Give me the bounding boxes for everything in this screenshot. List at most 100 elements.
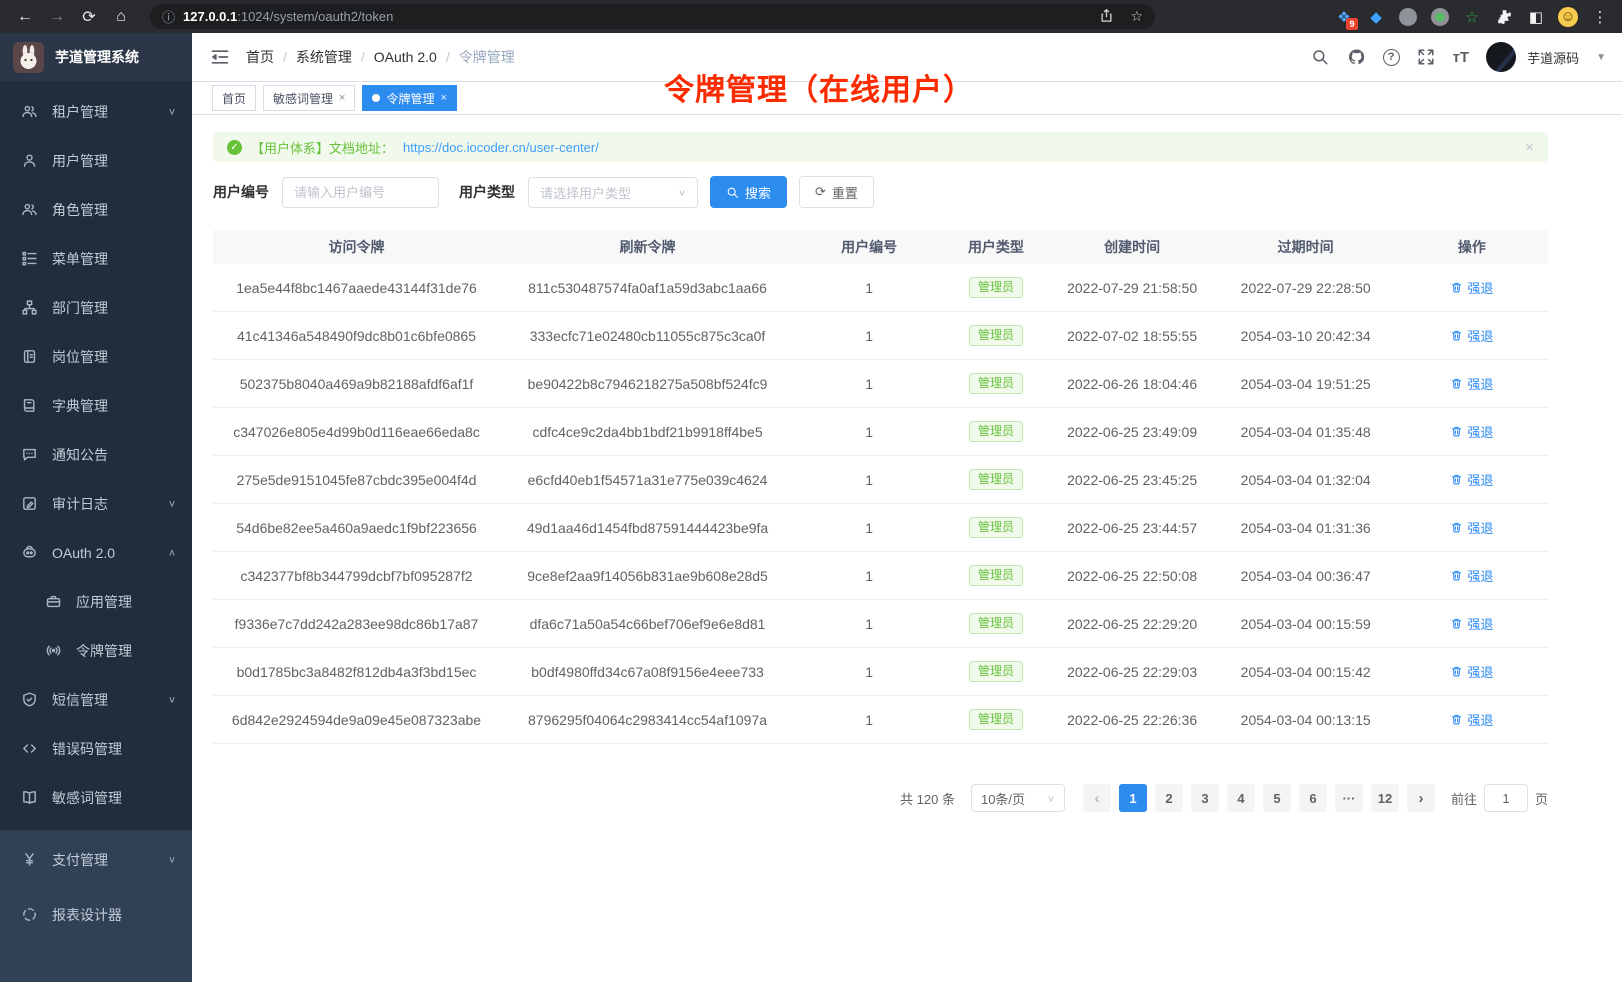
search-icon[interactable]: [1311, 48, 1330, 67]
next-page-button[interactable]: ›: [1407, 784, 1435, 812]
actions-cell: 强退: [1396, 614, 1548, 633]
page-number-button[interactable]: 6: [1299, 784, 1327, 812]
font-size-icon[interactable]: ᴛT: [1453, 49, 1470, 66]
help-icon[interactable]: ?: [1383, 49, 1400, 66]
sidebar-toggle-icon[interactable]: [210, 47, 230, 67]
breadcrumb-item[interactable]: OAuth 2.0: [374, 49, 437, 65]
extension-split-view-icon[interactable]: ◧: [1526, 7, 1546, 27]
page-number-button[interactable]: 5: [1263, 784, 1291, 812]
extension-puzzle-icon[interactable]: [1494, 7, 1514, 27]
page-tab-label: 敏感词管理: [273, 90, 333, 107]
delete-icon: [1450, 377, 1463, 390]
sidebar-item[interactable]: 菜单管理: [0, 234, 192, 283]
extension-circle-icon[interactable]: [1398, 7, 1418, 27]
sidebar-item[interactable]: 字典管理: [0, 381, 192, 430]
sidebar-item[interactable]: 令牌管理: [0, 626, 192, 675]
page-tab[interactable]: 首页: [212, 85, 256, 111]
close-tab-icon[interactable]: ×: [339, 92, 345, 104]
page-tab[interactable]: 敏感词管理 ×: [263, 85, 355, 111]
site-info-icon[interactable]: ⓘ: [162, 7, 175, 26]
fullscreen-icon[interactable]: [1417, 48, 1436, 67]
force-logout-button[interactable]: 强退: [1450, 374, 1493, 393]
refresh-token-cell: 9ce8ef2aa9f14056b831ae9b608e28d5: [500, 568, 795, 584]
sidebar-item[interactable]: 报表设计器: [0, 887, 192, 942]
app-logo: 芋道管理系统: [0, 33, 192, 81]
share-icon[interactable]: [1099, 8, 1114, 26]
goto-page-input[interactable]: [1484, 784, 1528, 812]
sidebar-menu-bottom: 支付管理 ∨ 报表设计器: [0, 830, 192, 944]
profile-avatar[interactable]: ☺: [1558, 7, 1578, 27]
browser-home-icon[interactable]: ⌂: [106, 4, 136, 30]
sidebar-item[interactable]: 审计日志 ∨: [0, 479, 192, 528]
url-text: 127.0.0.1:1024/system/oauth2/token: [183, 9, 393, 24]
force-logout-button[interactable]: 强退: [1450, 566, 1493, 585]
page-number-button[interactable]: 2: [1155, 784, 1183, 812]
page-number-button[interactable]: 4: [1227, 784, 1255, 812]
sidebar-item[interactable]: 岗位管理: [0, 332, 192, 381]
sidebar-item-label: 短信管理: [52, 690, 108, 710]
force-logout-button[interactable]: 强退: [1450, 422, 1493, 441]
breadcrumb-item[interactable]: 系统管理: [296, 47, 352, 67]
sidebar-item-label: 岗位管理: [52, 347, 108, 367]
tenants-icon: [21, 103, 38, 120]
extension-grid-icon[interactable]: ❖9: [1334, 7, 1354, 27]
sidebar: 芋道管理系统 租户管理 ∨ 用户管理 角色管理: [0, 33, 192, 982]
page-tab[interactable]: 令牌管理 ×: [362, 85, 456, 111]
user-id-cell: 1: [795, 280, 943, 296]
refresh-token-cell: 811c530487574fa0af1a59d3abc1aa66: [500, 280, 795, 296]
force-logout-button[interactable]: 强退: [1450, 278, 1493, 297]
sidebar-item[interactable]: 角色管理: [0, 185, 192, 234]
sidebar-item[interactable]: 错误码管理: [0, 724, 192, 773]
sidebar-item[interactable]: 支付管理 ∨: [0, 832, 192, 887]
table-row: 54d6be82ee5a460a9aedc1f9bf223656 49d1aa4…: [213, 504, 1548, 552]
force-logout-button[interactable]: 强退: [1450, 710, 1493, 729]
user-type-select[interactable]: 请选择用户类型 ∨: [528, 177, 698, 208]
breadcrumb-item[interactable]: 首页: [246, 47, 274, 67]
sidebar-item[interactable]: 部门管理: [0, 283, 192, 332]
search-button[interactable]: 搜索: [710, 176, 787, 208]
page-number-button[interactable]: ···: [1335, 784, 1363, 812]
reset-button[interactable]: ⟳ 重置: [799, 176, 874, 208]
user-avatar[interactable]: [1486, 42, 1516, 72]
sidebar-item[interactable]: OAuth 2.0 ∧: [0, 528, 192, 577]
force-logout-button[interactable]: 强退: [1450, 470, 1493, 489]
doc-link[interactable]: https://doc.iocoder.cn/user-center/: [403, 140, 599, 155]
force-logout-button[interactable]: 强退: [1450, 518, 1493, 537]
page-number-button[interactable]: 12: [1371, 784, 1399, 812]
menu-tree-icon: [21, 250, 38, 267]
breadcrumb-separator: /: [283, 49, 287, 65]
user-id-input[interactable]: [282, 177, 439, 208]
browser-back-icon[interactable]: ←: [10, 4, 40, 30]
force-logout-button[interactable]: 强退: [1450, 662, 1493, 681]
address-bar[interactable]: ⓘ 127.0.0.1:1024/system/oauth2/token ☆: [150, 4, 1155, 29]
sidebar-item[interactable]: 租户管理 ∨: [0, 87, 192, 136]
github-icon[interactable]: [1347, 48, 1366, 67]
sidebar-item[interactable]: 短信管理 ∨: [0, 675, 192, 724]
force-logout-button[interactable]: 强退: [1450, 614, 1493, 633]
page-size-select[interactable]: 10条/页 ∨: [971, 784, 1065, 812]
actions-cell: 强退: [1396, 518, 1548, 537]
page-tab-label: 首页: [222, 90, 246, 107]
sidebar-item[interactable]: 用户管理: [0, 136, 192, 185]
sidebar-item[interactable]: 通知公告: [0, 430, 192, 479]
close-tab-icon[interactable]: ×: [440, 92, 446, 104]
bookmark-star-icon[interactable]: ☆: [1130, 8, 1143, 25]
user-menu-caret-icon[interactable]: ▼: [1596, 52, 1606, 63]
breadcrumb-item[interactable]: 令牌管理: [459, 47, 515, 67]
force-logout-button[interactable]: 强退: [1450, 326, 1493, 345]
username[interactable]: 芋道源码: [1527, 48, 1579, 67]
alert-close-icon[interactable]: ×: [1525, 139, 1534, 156]
delete-icon: [1450, 425, 1463, 438]
extension-gem-icon[interactable]: ◆: [1366, 7, 1386, 27]
report-designer-icon: [21, 906, 38, 923]
sidebar-item[interactable]: 敏感词管理: [0, 773, 192, 822]
browser-menu-icon[interactable]: ⋮: [1590, 7, 1610, 27]
page-number-button[interactable]: 1: [1119, 784, 1147, 812]
sidebar-item[interactable]: 应用管理: [0, 577, 192, 626]
page-number-button[interactable]: 3: [1191, 784, 1219, 812]
extension-green-dot-icon[interactable]: [1430, 7, 1450, 27]
prev-page-button[interactable]: ‹: [1083, 784, 1111, 812]
extension-star-icon[interactable]: ☆: [1462, 7, 1482, 27]
browser-refresh-icon[interactable]: ⟳: [74, 4, 104, 30]
browser-forward-icon[interactable]: →: [42, 4, 72, 30]
